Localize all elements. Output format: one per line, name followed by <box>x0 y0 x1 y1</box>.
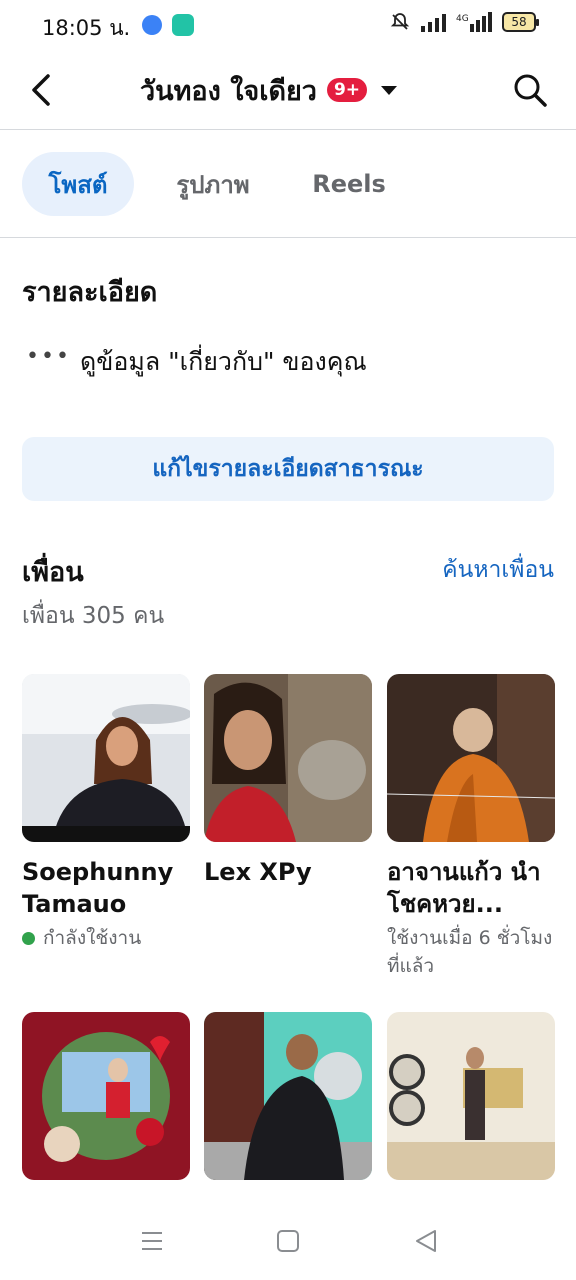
friend-card[interactable]: Soephunny Tamauo กำลังใช้งาน <box>22 674 190 952</box>
friend-name: อาจานแก้ว นำโชคหวย... <box>387 858 541 918</box>
status-bar: 18:05 น. 4G 58 <box>0 0 576 52</box>
friend-photo <box>204 1012 372 1180</box>
friend-card[interactable]: อาจานแก้ว นำโชคหวย... ใช้งานเมื่อ 6 ชั่ว… <box>387 674 555 980</box>
back-arrow-icon[interactable] <box>24 70 60 110</box>
friend-photo <box>22 1012 190 1180</box>
friend-card[interactable]: Lex XPy <box>204 674 372 888</box>
notification-badge: 9+ <box>326 78 368 102</box>
friend-status: กำลังใช้งาน <box>22 924 190 952</box>
tab-photos[interactable]: รูปภาพ <box>158 152 268 216</box>
page-title: วันทอง ใจเดียว <box>140 75 317 107</box>
friends-heading: เพื่อน <box>22 557 84 588</box>
recent-apps-icon[interactable] <box>139 1228 165 1254</box>
battery-icon: 58 <box>502 12 539 32</box>
online-indicator <box>22 932 35 945</box>
search-icon[interactable] <box>512 72 548 108</box>
top-app-bar: วันทอง ใจเดียว 9+ <box>0 52 576 130</box>
back-icon[interactable] <box>413 1228 439 1254</box>
friend-photo <box>387 1012 555 1180</box>
friend-name: Lex XPy <box>204 858 312 886</box>
messenger-app-icon <box>142 15 162 35</box>
more-icon: ••• <box>26 344 71 369</box>
friend-name: Soephunny Tamauo <box>22 858 174 918</box>
chevron-down-icon <box>381 85 398 95</box>
edit-public-details-button[interactable]: แก้ไขรายละเอียดสาธารณะ <box>22 437 554 501</box>
tab-posts[interactable]: โพสต์ <box>22 152 134 216</box>
find-friends-link[interactable]: ค้นหาเพื่อน <box>442 552 554 588</box>
status-indicators: 4G 58 <box>390 12 539 32</box>
svg-text:4G: 4G <box>456 14 469 24</box>
signal-4g-icon: 4G <box>456 12 492 32</box>
friend-count: เพื่อน 305 คน <box>22 603 165 629</box>
profile-tabs: โพสต์ รูปภาพ Reels <box>0 130 576 238</box>
friend-card[interactable] <box>204 1012 372 1180</box>
signal-icon <box>421 14 446 32</box>
friend-card[interactable] <box>22 1012 190 1180</box>
friend-card[interactable] <box>387 1012 555 1180</box>
mute-bell-icon <box>390 13 410 30</box>
friend-photo <box>387 674 555 842</box>
tab-reels[interactable]: Reels <box>300 152 398 216</box>
chat-app-icon <box>172 14 194 36</box>
about-link[interactable]: ดูข้อมูล "เกี่ยวกับ" ของคุณ <box>80 342 367 382</box>
friend-last-active: ใช้งานเมื่อ 6 ชั่วโมงที่แล้ว <box>387 927 553 977</box>
status-time: 18:05 น. <box>42 16 131 40</box>
system-navigation-bar <box>0 1200 576 1280</box>
details-heading: รายละเอียด <box>22 277 158 308</box>
home-icon[interactable] <box>275 1228 301 1254</box>
friend-photo <box>22 674 190 842</box>
profile-switcher[interactable]: วันทอง ใจเดียว 9+ <box>140 70 398 110</box>
friend-photo <box>204 674 372 842</box>
